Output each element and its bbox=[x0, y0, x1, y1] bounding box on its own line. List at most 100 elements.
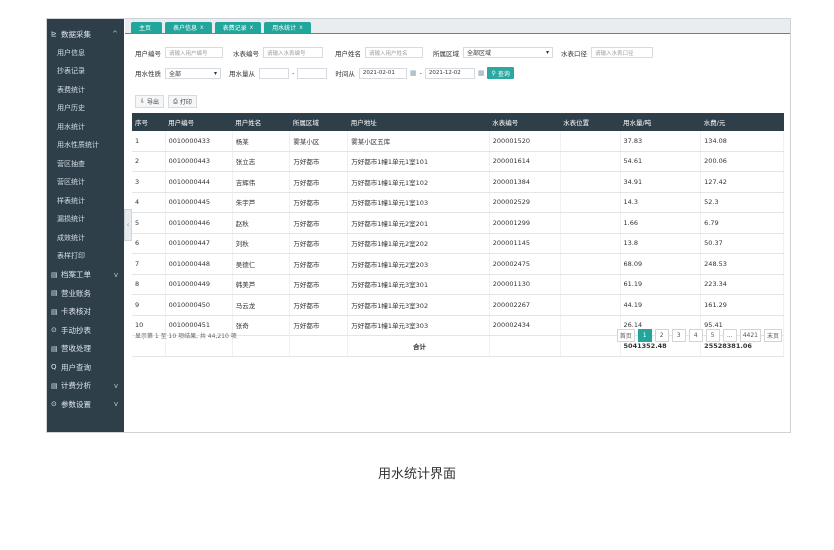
table-cell: 万好都市1幢1单元1室103 bbox=[347, 192, 490, 213]
page-button[interactable]: 4 bbox=[688, 329, 703, 342]
tab-item[interactable]: 表户信息 x bbox=[165, 22, 212, 33]
sum-label: 合计 bbox=[347, 335, 490, 357]
sidebar-subitem[interactable]: 漏损统计 bbox=[47, 210, 124, 229]
sidebar-subitem-label: 营区抽查 bbox=[57, 159, 85, 168]
date-to-input[interactable]: 2021-12-02 bbox=[424, 67, 475, 79]
table-cell: 200002267 bbox=[489, 294, 561, 316]
table-cell: 0010000449 bbox=[165, 274, 233, 295]
area-select[interactable]: 全部区域 ▾ bbox=[463, 47, 553, 58]
sidebar-subitem[interactable]: 表样打印 bbox=[47, 247, 124, 266]
tab-item[interactable]: 主页 bbox=[131, 22, 163, 33]
table-cell: 万好都市 bbox=[289, 315, 349, 336]
sidebar-section[interactable]: ▤ 营业账务 bbox=[47, 284, 124, 303]
table-cell: 9 bbox=[132, 294, 166, 316]
page-button[interactable]: 4421 bbox=[739, 329, 761, 342]
table-cell bbox=[560, 233, 621, 254]
table-cell: 223.34 bbox=[700, 274, 784, 295]
close-icon[interactable]: x bbox=[250, 24, 254, 31]
table-row[interactable]: 5 0010000446 赵秋 万好都市 万好都市1幢1单元2室201 200001299… bbox=[132, 212, 784, 234]
sidebar-subitem[interactable]: 成效统计 bbox=[47, 229, 124, 248]
sidebar-subitem[interactable]: 表费统计 bbox=[47, 81, 124, 100]
sidebar-section[interactable]: ⊙ 参数设置 v bbox=[47, 395, 124, 414]
caliber-input[interactable]: 请输入水表口径 bbox=[591, 47, 653, 58]
calendar-icon[interactable]: ▦ bbox=[478, 69, 485, 77]
sidebar-section-label: 营收处理 bbox=[61, 344, 91, 354]
sidebar-subitem[interactable]: 用户信息 bbox=[47, 44, 124, 63]
table-cell: 200001145 bbox=[489, 233, 561, 254]
table-cell: 吉辉伟 bbox=[232, 171, 291, 193]
print-button[interactable]: ⎙ 打印 bbox=[168, 95, 197, 108]
table-row[interactable]: 1 0010000433 杨某 雾某小区 雾某小区五库 200001520 37.83 134… bbox=[132, 131, 784, 152]
nature-select[interactable]: 全部 ▾ bbox=[165, 67, 221, 79]
sidebar-subitem[interactable]: 样表统计 bbox=[47, 192, 124, 211]
chevron-down-icon: v bbox=[113, 381, 118, 390]
query-button[interactable]: ⚲ 查询 bbox=[487, 67, 514, 79]
sidebar-subitem-label: 表费统计 bbox=[57, 85, 85, 94]
table-cell: 127.42 bbox=[700, 171, 784, 193]
table-toolbar: ⇩ 导出 ⎙ 打印 bbox=[135, 95, 197, 108]
table-cell: 万好都市1幢1单元3室303 bbox=[347, 315, 490, 336]
export-button[interactable]: ⇩ 导出 bbox=[135, 95, 165, 108]
page-button[interactable]: 1 bbox=[637, 329, 652, 342]
tab-item[interactable]: 表费记录 x bbox=[214, 22, 262, 33]
menu-icon: ▤ bbox=[51, 381, 58, 390]
sidebar-section[interactable]: ▤ 营收处理 bbox=[47, 340, 124, 359]
table-cell: 200001299 bbox=[489, 212, 561, 234]
page-button[interactable]: 2 bbox=[654, 329, 669, 342]
sidebar-section[interactable]: ⊙ 手动抄表 bbox=[47, 321, 124, 340]
menu-icon: ▤ bbox=[51, 270, 58, 279]
last-page-button[interactable]: 末页 bbox=[763, 329, 782, 342]
close-icon[interactable]: x bbox=[200, 24, 204, 31]
table-row[interactable]: 8 0010000449 韩美芦 万好都市 万好都市1幢1单元3室301 20000113… bbox=[132, 274, 784, 295]
table-cell: 万好都市1幢1单元2室202 bbox=[347, 233, 490, 254]
filter-row-2: 用水性质 全部 ▾ 用水量从 - 时间从 2021-02-01 ▦ - 2021… bbox=[135, 67, 514, 79]
table-row[interactable]: 3 0010000444 吉辉伟 万好都市 万好都市1幢1单元1室102 20000138… bbox=[132, 171, 784, 193]
page-button[interactable]: ... bbox=[722, 329, 737, 342]
table-cell bbox=[560, 192, 621, 213]
meter-no-input[interactable]: 请输入水表编号 bbox=[263, 47, 323, 58]
user-name-input[interactable]: 请输入用户姓名 bbox=[365, 47, 423, 58]
app-window: ⊵ 数据采集 ^ 用户信息 抄表记录表费统计用户历史 用水统计用水性质统计 营区抽查营… bbox=[46, 18, 791, 433]
table-row[interactable]: 7 0010000448 吴德仁 万好都市 万好都市1幢1单元2室203 20000247… bbox=[132, 253, 784, 275]
date-from-input[interactable]: 2021-02-01 bbox=[358, 67, 407, 79]
sidebar-section[interactable]: ▤ 卡表核对 bbox=[47, 303, 124, 322]
sidebar-subitem[interactable]: 营区统计 bbox=[47, 173, 124, 192]
table-cell: 万好都市1幢1单元2室201 bbox=[347, 212, 490, 234]
main-content: 主页 表户信息 x 表费记录 x 用水统计 x 用户编号 请输入用户编号 水表编号 请输入水… bbox=[125, 19, 790, 432]
sidebar-section[interactable]: Q 用户查询 bbox=[47, 358, 124, 377]
column-header: 用户编号 bbox=[165, 113, 233, 131]
page-button[interactable]: 5 bbox=[705, 329, 720, 342]
user-no-input[interactable]: 请输入用户编号 bbox=[165, 47, 223, 58]
table-cell: 50.37 bbox=[700, 233, 784, 254]
usage-to-input[interactable] bbox=[297, 67, 328, 79]
table-row[interactable]: 4 0010000445 朱宇芦 万好都市 万好都市1幢1单元1室103 20000252… bbox=[132, 192, 784, 213]
table-cell: 54.61 bbox=[620, 151, 702, 172]
table-cell: 200001130 bbox=[489, 274, 561, 295]
tab-item[interactable]: 用水统计 x bbox=[264, 22, 311, 33]
sidebar-subitem[interactable]: 营区抽查 bbox=[47, 155, 124, 174]
table-row[interactable]: 9 0010000450 马云龙 万好都市 万好都市1幢1单元3室302 20000226… bbox=[132, 294, 784, 316]
sidebar-subitem[interactable]: 抄表记录 bbox=[47, 62, 124, 81]
sidebar-section[interactable]: ▤ 档案工单 v bbox=[47, 266, 124, 285]
table-row[interactable]: 2 0010000443 张立志 万好都市 万好都市1幢1单元1室101 20000161… bbox=[132, 151, 784, 172]
sidebar-subitem[interactable]: 用户历史 bbox=[47, 99, 124, 118]
calendar-icon[interactable]: ▦ bbox=[410, 69, 417, 77]
table-row[interactable]: 6 0010000447 刘秋 万好都市 万好都市1幢1单元2室202 200001145… bbox=[132, 233, 784, 254]
sidebar-section[interactable]: ▤ 计费分析 v bbox=[47, 377, 124, 396]
usage-from-input[interactable] bbox=[259, 67, 289, 79]
sidebar-section-data[interactable]: ⊵ 数据采集 ^ bbox=[47, 25, 124, 44]
table-cell: 13.8 bbox=[620, 233, 702, 254]
pagination: 首页 1 2 3 4 5... 4421 末页 bbox=[616, 329, 782, 342]
table-cell: 5 bbox=[132, 212, 166, 234]
sidebar-subitem-label: 用水性质统计 bbox=[57, 141, 99, 150]
table-cell: 万好都市1幢1单元3室302 bbox=[347, 294, 490, 316]
table-cell: 吴德仁 bbox=[232, 253, 291, 275]
sidebar-subitem[interactable]: 用水性质统计 bbox=[47, 136, 124, 155]
close-icon[interactable]: x bbox=[299, 24, 303, 31]
chevron-down-icon: v bbox=[113, 270, 118, 279]
chevron-down-icon: ▾ bbox=[545, 49, 549, 56]
page-button[interactable]: 3 bbox=[671, 329, 686, 342]
usage-table: 序号 用户编号 用户姓名 所属区域 用户地址 水表编号 水表位置 用水量/吨 水费/元 1 001… bbox=[132, 113, 784, 357]
first-page-button[interactable]: 首页 bbox=[616, 329, 635, 342]
sidebar-subitem[interactable]: 用水统计 bbox=[47, 118, 124, 137]
